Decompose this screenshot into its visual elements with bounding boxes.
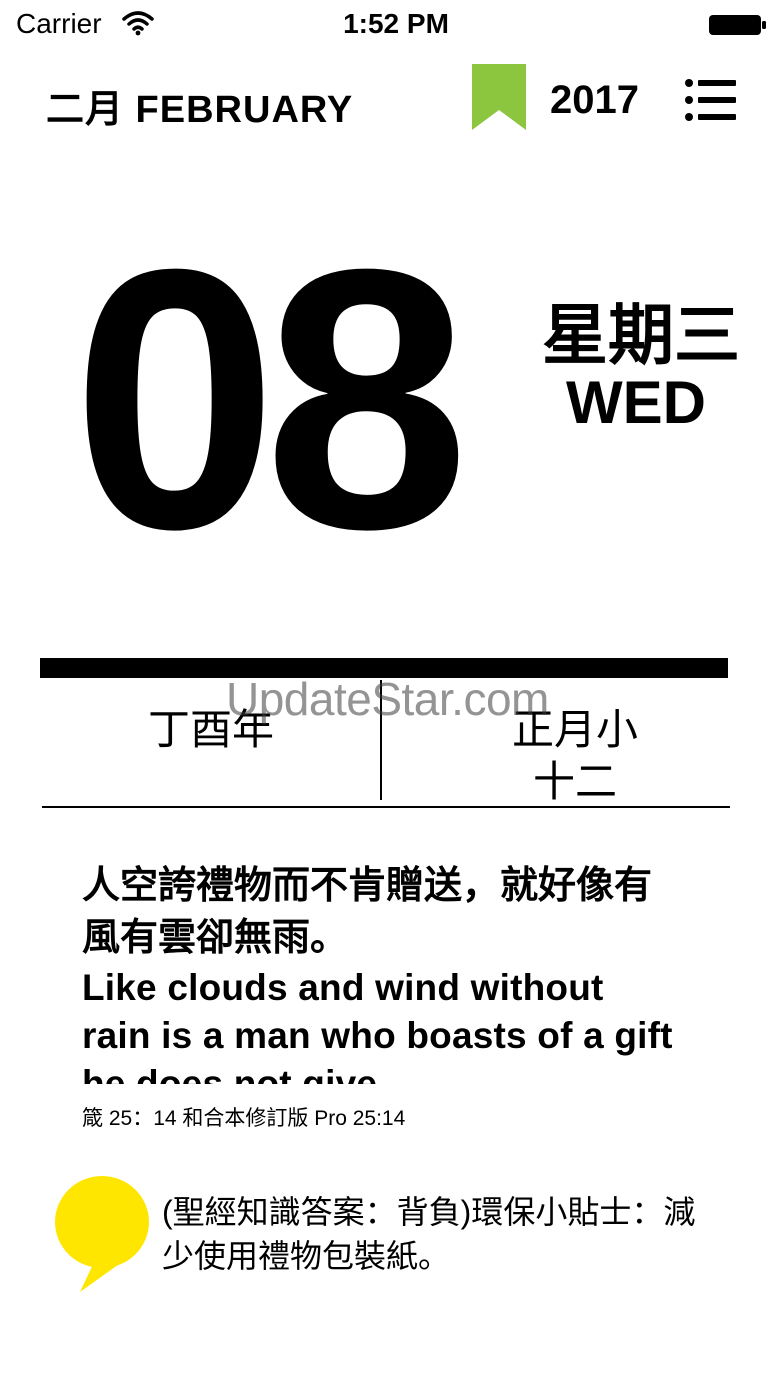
- divider-thin: [42, 806, 730, 808]
- lunar-day: 十二: [532, 758, 617, 805]
- quote-chinese: 人空誇禮物而不肯贈送，就好像有風有雲卻無雨。: [82, 865, 653, 959]
- carrier-label: Carrier: [16, 8, 102, 39]
- quote-block[interactable]: 人空誇禮物而不肯贈送，就好像有風有雲卻無雨。 Like clouds and w…: [82, 860, 682, 1084]
- speech-bubble-icon: [55, 1176, 149, 1292]
- weekday-chinese: 星期三: [542, 298, 740, 372]
- weekday-english: WED: [566, 369, 706, 436]
- tip-text: (聖經知識答案：背負)環保小貼士：減少使用禮物包裝紙。: [162, 1194, 696, 1274]
- watermark: UpdateStar.com: [226, 673, 549, 725]
- battery-icon: [709, 15, 766, 35]
- month-title: 二月 FEBRUARY: [46, 89, 354, 131]
- quote-reference: 箴 25：14 和合本修訂版 Pro 25:14: [82, 1107, 406, 1130]
- bookmark-icon[interactable]: [472, 64, 526, 130]
- menu-icon[interactable]: [684, 76, 736, 124]
- quote-english: Like clouds and wind without rain is a m…: [82, 967, 673, 1084]
- wifi-icon: [122, 11, 154, 36]
- year-label: 2017: [550, 78, 639, 122]
- day-number: 08: [72, 193, 470, 606]
- status-time: 1:52 PM: [343, 8, 449, 39]
